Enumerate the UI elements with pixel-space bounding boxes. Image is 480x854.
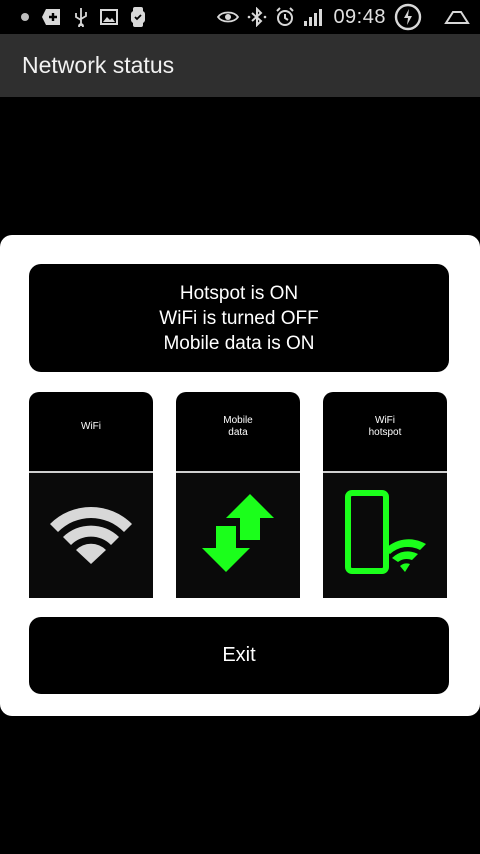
mobile-data-label-line-1: Mobile: [223, 414, 253, 426]
page-title: Network status: [22, 52, 175, 78]
hotspot-tile[interactable]: WiFi hotspot: [323, 392, 447, 598]
bluetooth-icon: [247, 7, 267, 27]
status-line-mobile-data: Mobile data is ON: [163, 332, 315, 354]
action-bar: Network status: [0, 34, 480, 97]
hotspot-tile-label: WiFi hotspot: [323, 392, 447, 471]
hotspot-label-line-1: WiFi: [375, 414, 395, 426]
hotspot-tile-image: [323, 473, 447, 598]
network-status-dialog: Hotspot is ON WiFi is turned OFF Mobile …: [0, 235, 480, 716]
wifi-icon: [46, 502, 136, 569]
mobile-data-tile-label: Mobile data: [176, 392, 300, 471]
mobile-data-tile-label-text: Mobile data: [223, 415, 252, 439]
status-bar-left: [0, 7, 146, 27]
eye-icon: [217, 10, 240, 24]
status-bar-right: 09:48: [217, 0, 470, 34]
signal-icon: [303, 7, 325, 27]
status-summary: Hotspot is ON WiFi is turned OFF Mobile …: [29, 264, 449, 372]
status-line-wifi: WiFi is turned OFF: [159, 307, 319, 329]
image-icon: [100, 9, 118, 25]
mobile-data-tile-image: [176, 473, 300, 598]
mobile-data-label-line-2: data: [228, 426, 248, 438]
wifi-tile-label: WiFi: [29, 392, 153, 471]
hotspot-label-line-2: hotspot: [368, 426, 402, 438]
add-box-icon: [42, 8, 62, 26]
wifi-tile-image: [29, 473, 153, 598]
status-time: 09:48: [333, 5, 386, 28]
alarm-icon: [275, 7, 295, 27]
wifi-tile[interactable]: WiFi: [29, 392, 153, 598]
status-bar: 09:48: [0, 0, 480, 34]
hotspot-phone-icon: [340, 490, 430, 581]
wifi-tile-label-text: WiFi: [81, 420, 101, 432]
notification-dot-icon: [20, 12, 30, 22]
hotspot-tile-label-text: WiFi hotspot: [369, 415, 402, 439]
mobile-data-tile[interactable]: Mobile data: [176, 392, 300, 598]
usb-icon: [74, 7, 88, 27]
watch-icon: [130, 7, 146, 27]
mobile-data-arrows-icon: [198, 492, 278, 579]
exit-button[interactable]: Exit: [29, 617, 449, 694]
status-line-hotspot: Hotspot is ON: [179, 282, 299, 304]
home-shape-icon: [444, 9, 470, 25]
charging-icon: [394, 3, 422, 31]
